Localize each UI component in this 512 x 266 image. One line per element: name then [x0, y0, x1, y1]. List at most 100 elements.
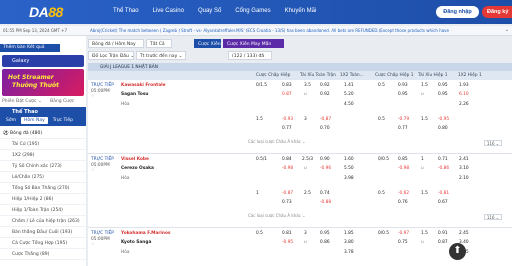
- bet-slip-link[interactable]: Bảng Cược: [50, 99, 74, 104]
- odds-cell[interactable]: 0.95: [438, 92, 448, 97]
- odds-cell[interactable]: 0.87: [438, 240, 448, 245]
- more-markets-select[interactable]: 116 ⌄: [484, 140, 502, 146]
- list-item[interactable]: Hiệp 1/Hiệp 2 (86): [0, 194, 86, 205]
- odds-cell[interactable]: 0.76: [398, 200, 408, 205]
- odds-cell[interactable]: 2.10: [459, 176, 469, 181]
- more-asian-bets-link[interactable]: Các loại cược Châu Á khác ⌄: [248, 139, 305, 144]
- scroll-top-button[interactable]: ⬆: [449, 243, 466, 260]
- odds-cell[interactable]: 1.85: [344, 231, 354, 236]
- announcement-text[interactable]: Abroj(Cricket) The match between ( Zagre…: [90, 28, 490, 33]
- nav-lottery[interactable]: Quay Số: [198, 8, 221, 14]
- galaxy-link[interactable]: Galaxy: [2, 55, 84, 67]
- nav-sports[interactable]: Thể Thao: [113, 8, 139, 14]
- list-item[interactable]: Cá Cược Tổng Hợp (195): [0, 238, 86, 249]
- odds-cell[interactable]: 0.71: [438, 157, 448, 162]
- parlay-chip[interactable]: Cược Xiên: [194, 39, 221, 48]
- more-asian-bets-link[interactable]: Các loại cược Châu Á khác ⌄: [248, 213, 305, 218]
- site-logo[interactable]: DA88: [29, 4, 63, 20]
- tab-live[interactable]: Trực Tiếp: [50, 117, 76, 124]
- list-item[interactable]: Tổng Số Bàn Thắng (270): [0, 183, 86, 194]
- odds-cell[interactable]: 3.10: [459, 166, 469, 171]
- odds-cell[interactable]: -0.98: [282, 166, 293, 171]
- odds-cell[interactable]: 0.92: [320, 83, 330, 88]
- odds-cell[interactable]: 0.75: [398, 240, 408, 245]
- odds-cell[interactable]: 0.84: [282, 157, 292, 162]
- odds-cell[interactable]: -0.79: [398, 117, 409, 122]
- list-item[interactable]: Bàn thắng Đầu/ Cuối (193): [0, 227, 86, 238]
- nav-promotions[interactable]: Khuyến Mãi: [285, 8, 317, 14]
- lucky-parlay-chip[interactable]: Cược Xiên May Mắn: [223, 39, 284, 48]
- odds-cell[interactable]: -0.62: [398, 191, 409, 196]
- nav-games[interactable]: Cổng Games: [235, 8, 270, 14]
- list-item[interactable]: Tỷ Số Chính xác (273): [0, 161, 86, 172]
- odds-cell[interactable]: 0.95: [398, 92, 408, 97]
- list-item[interactable]: Cược Thắng (89): [0, 249, 86, 260]
- nav-live-casino[interactable]: Live Casino: [153, 8, 184, 14]
- odds-cell[interactable]: 0.80: [438, 126, 448, 131]
- odds-cell[interactable]: 0.91: [438, 231, 448, 236]
- odds-cell[interactable]: 1.60: [344, 157, 354, 162]
- odds-cell[interactable]: 3.98: [344, 176, 354, 181]
- odds-cell[interactable]: 4.50: [344, 102, 354, 107]
- odds-cell[interactable]: 0.74: [320, 191, 330, 196]
- odds-cell[interactable]: 0.81: [282, 231, 292, 236]
- odds-cell[interactable]: 0.95: [320, 231, 330, 236]
- odds-cell[interactable]: 0.90: [320, 157, 330, 162]
- list-item[interactable]: 1X2 (298): [0, 150, 86, 161]
- more-markets-select[interactable]: 116 ⌄: [484, 214, 502, 220]
- odds-cell[interactable]: 0.95: [438, 83, 448, 88]
- odds-cell[interactable]: 0.77: [398, 126, 408, 131]
- odds-cell[interactable]: 0.87: [282, 92, 292, 97]
- bet-session-dropdown[interactable]: Phiên Đặt Cược ⌄: [2, 99, 42, 104]
- odds-cell[interactable]: 0.85: [398, 157, 408, 162]
- list-item[interactable]: ⚽ Bóng đá (480): [0, 128, 86, 139]
- tab-early[interactable]: Sớm: [3, 117, 19, 124]
- odds-cell[interactable]: 6.10: [459, 92, 469, 97]
- odds-cell[interactable]: 0.92: [320, 92, 330, 97]
- odds-cell[interactable]: -0.87: [320, 117, 331, 122]
- all-filter[interactable]: Tất Cả: [146, 39, 172, 48]
- odds-cell[interactable]: 3.80: [344, 240, 354, 245]
- chevron-down-icon[interactable]: ⌄: [505, 27, 509, 33]
- odds-cell[interactable]: 2.26: [459, 102, 469, 107]
- odds-cell[interactable]: -0.81: [438, 191, 449, 196]
- login-button[interactable]: Đăng nhập: [436, 6, 479, 18]
- odds-cell[interactable]: -0.86: [438, 166, 449, 171]
- league-header[interactable]: GIẢI J LEAGUE 1 NHẬT BẢN: [88, 63, 512, 71]
- odds-cell[interactable]: 0.70: [320, 126, 330, 131]
- odds-cell[interactable]: 3.78: [344, 250, 354, 255]
- sort-order-dropdown[interactable]: Tt trước đến nay ⌄: [136, 51, 186, 60]
- odds-cell[interactable]: 0.77: [282, 126, 292, 131]
- odds-cell[interactable]: -0.95: [282, 240, 293, 245]
- odds-cell[interactable]: -0.93: [282, 117, 293, 122]
- odds-cell[interactable]: 1.41: [344, 83, 354, 88]
- odds-cell[interactable]: -0.96: [320, 166, 331, 171]
- tab-today[interactable]: Hôm Nay: [21, 117, 48, 124]
- list-item[interactable]: Tài Cứ (195): [0, 139, 86, 150]
- handicap-line: 0.5: [256, 231, 263, 236]
- odds-cell[interactable]: 5.50: [344, 166, 354, 171]
- odds-cell[interactable]: 0.67: [438, 200, 448, 205]
- sport-selector[interactable]: Bóng đá / Hôm Nay: [88, 39, 144, 48]
- promo-banner[interactable]: Hot Streamer Thưởng Thưởt: [2, 69, 84, 96]
- odds-cell[interactable]: 5.20: [344, 92, 354, 97]
- odds-cell[interactable]: 2.41: [459, 157, 469, 162]
- odds-cell[interactable]: 0.93: [398, 83, 408, 88]
- odds-cell[interactable]: 1.93: [459, 83, 469, 88]
- odds-cell[interactable]: 0.73: [282, 200, 292, 205]
- match-pager[interactable]: (122 / 133) đã: [228, 51, 272, 60]
- odds-cell[interactable]: -0.97: [398, 231, 409, 236]
- list-item[interactable]: Chấm / Lẻ của hiệp trận (263): [0, 216, 86, 227]
- match-filter-dropdown[interactable]: Đồ Lọc Trận Đấu ⌄: [88, 51, 134, 60]
- odds-cell[interactable]: 0.83: [282, 83, 292, 88]
- odds-cell[interactable]: 0.86: [320, 240, 330, 245]
- odds-cell[interactable]: -0.98: [398, 166, 409, 171]
- bet-results-tab[interactable]: Thêm bàn Kết quả: [0, 44, 60, 52]
- register-button[interactable]: Đăng ký: [482, 6, 512, 18]
- list-item[interactable]: Lẻ/Chẵn (275): [0, 172, 86, 183]
- odds-cell[interactable]: -0.95: [438, 117, 449, 122]
- list-item[interactable]: Hiệp 1/Toàn Trận (254): [0, 205, 86, 216]
- odds-cell[interactable]: 2.45: [459, 231, 469, 236]
- odds-cell[interactable]: -0.87: [282, 191, 293, 196]
- odds-cell[interactable]: -0.88: [320, 200, 331, 205]
